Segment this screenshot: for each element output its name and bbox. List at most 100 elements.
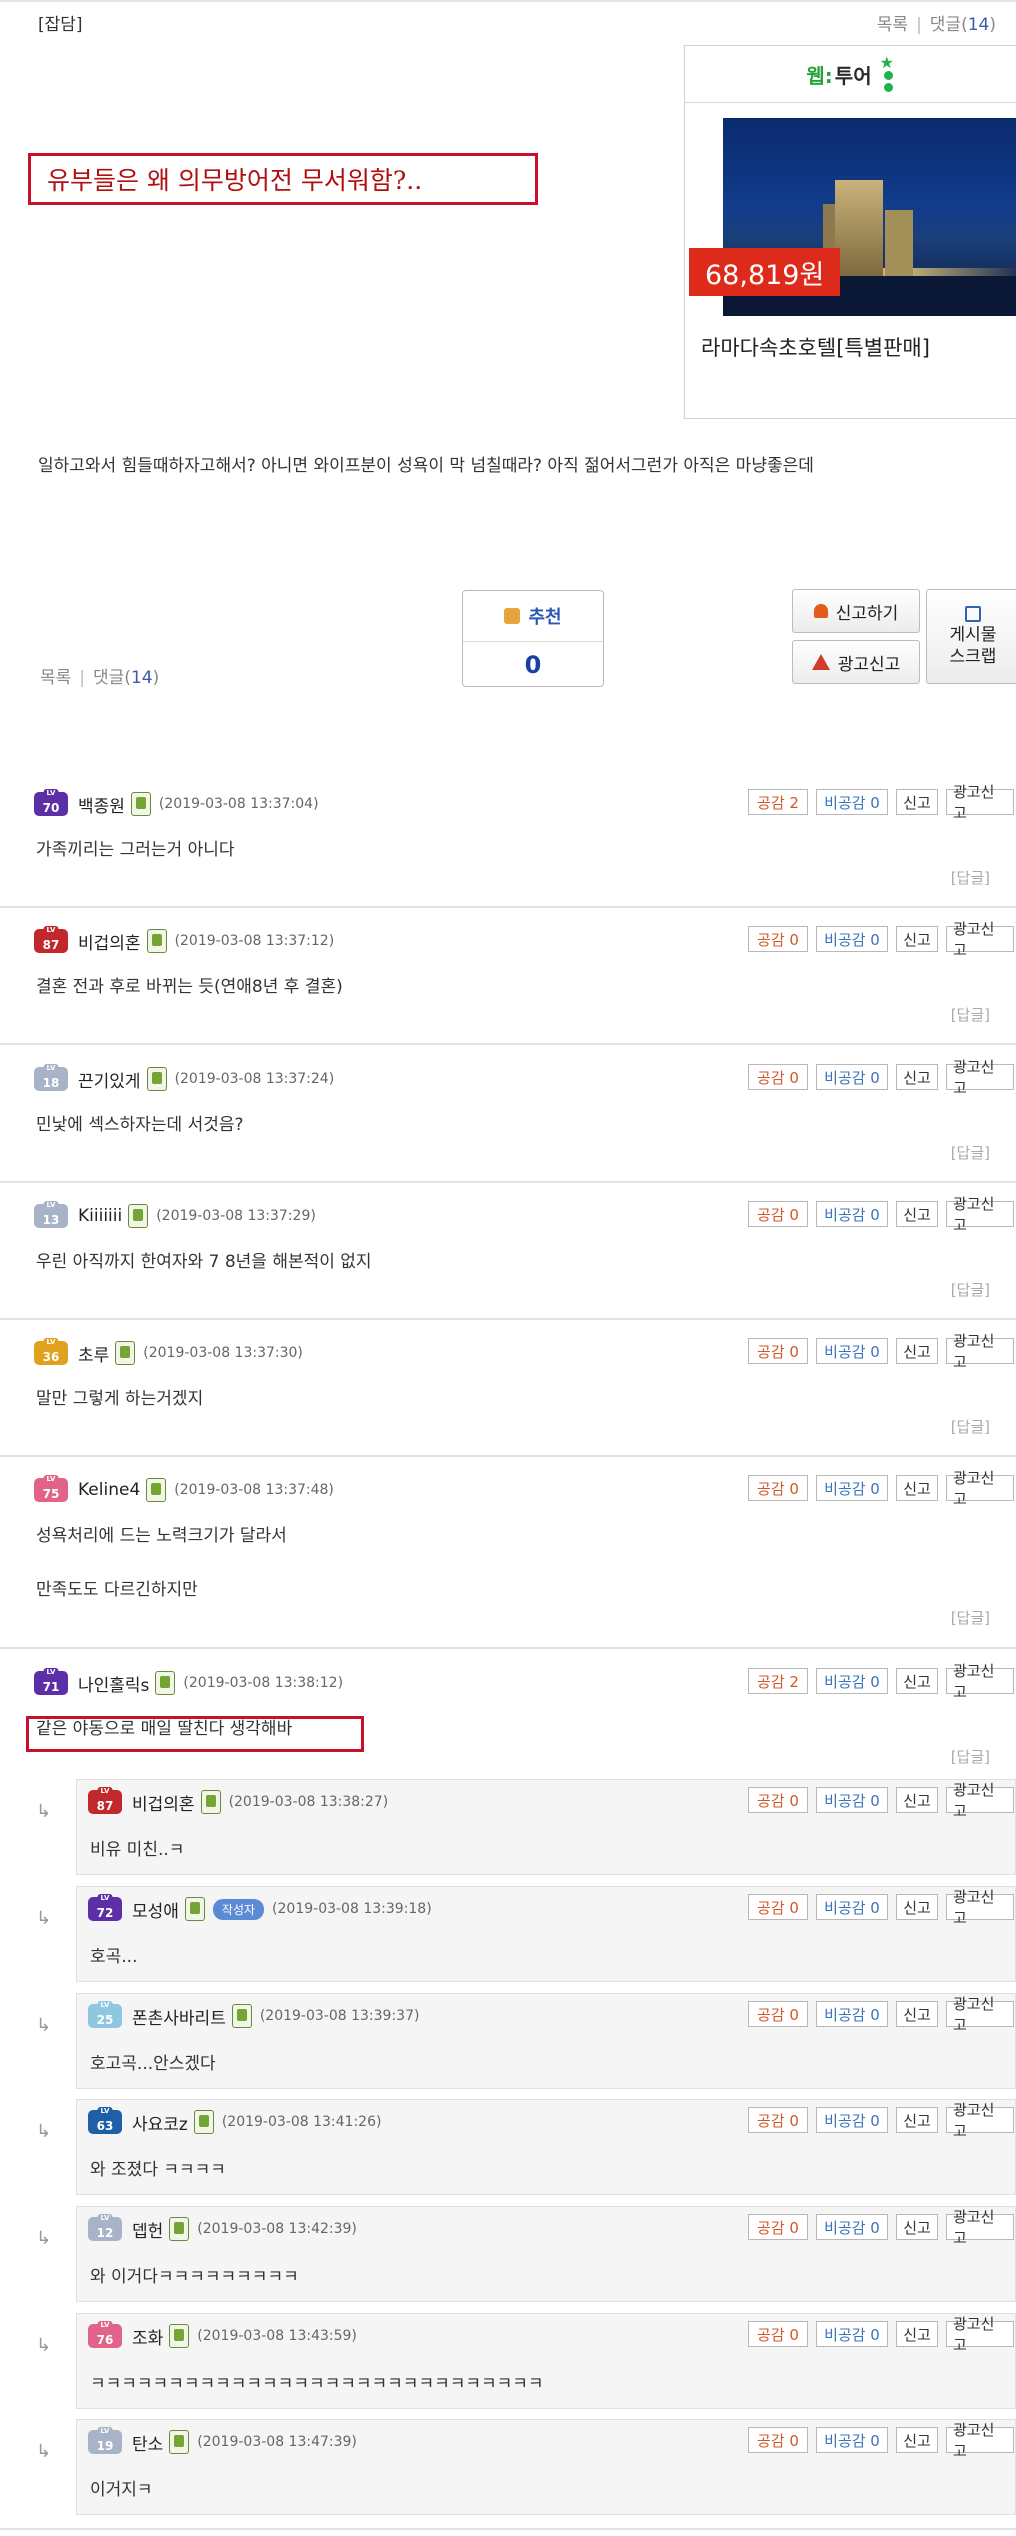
comment-author[interactable]: 초루 [78,1341,109,1366]
non-empathy-button[interactable]: 비공감 0 [816,1201,888,1227]
recommend-button[interactable]: 추천 0 [462,590,604,687]
ad-banner[interactable]: 웹: 투어 ★ 68,819원 라마다속초호텔[특별판매] [684,45,1016,419]
non-empathy-button[interactable]: 비공감 0 [816,926,888,952]
comments-link[interactable]: 댓글(14) [930,15,996,35]
comment-text: 민낯에 섹스하자는데 서것음? [36,1115,244,1135]
comment-ad-report-button[interactable]: 광고신고 [946,920,1014,959]
comment-report-button[interactable]: 신고 [896,1668,938,1694]
reply-text: 호고곡...안스겠다 [90,2054,216,2074]
reply-actions: 공감 0 비공감 0 신고 광고신고 [748,1781,1014,1820]
comment-ad-report-button[interactable]: 광고신고 [946,2101,1014,2140]
non-empathy-button[interactable]: 비공감 0 [816,2214,888,2240]
comment-author[interactable]: 나인홀릭s [78,1671,149,1696]
comment-report-button[interactable]: 신고 [896,1787,938,1813]
comment-ad-report-button[interactable]: 광고신고 [946,1995,1014,2034]
reply-author[interactable]: 폰촌사바리트 [132,2004,226,2029]
reply-arrow-icon: ↳ [36,2015,52,2036]
reply-link[interactable]: [답글] [951,1279,990,1300]
comments-link-bottom[interactable]: 댓글(14) [93,668,159,688]
comment-divider [0,1181,1016,1183]
reply-link[interactable]: [답글] [951,1416,990,1437]
comment-ad-report-button[interactable]: 광고신고 [946,1195,1014,1234]
comment-report-button[interactable]: 신고 [896,2427,938,2453]
comment-report-button[interactable]: 신고 [896,2214,938,2240]
comment-ad-report-button[interactable]: 광고신고 [946,1332,1014,1371]
comment-report-button[interactable]: 신고 [896,2001,938,2027]
non-empathy-button[interactable]: 비공감 0 [816,789,888,815]
empathy-button[interactable]: 공감 2 [748,789,808,815]
reply-link[interactable]: [답글] [951,1004,990,1025]
comment-text: 우린 아직까지 한여자와 7 8년을 해본적이 없지 [36,1252,372,1272]
reply-author[interactable]: 조화 [132,2324,163,2349]
non-empathy-button[interactable]: 비공감 0 [816,1787,888,1813]
reply-author[interactable]: 모성애 [132,1897,179,1922]
report-button[interactable]: 신고하기 [792,589,920,633]
empathy-button[interactable]: 공감 0 [748,1894,808,1920]
comment-report-button[interactable]: 신고 [896,789,938,815]
empathy-button[interactable]: 공감 0 [748,1064,808,1090]
level-badge-icon: 12 [88,2217,122,2241]
non-empathy-button[interactable]: 비공감 0 [816,1338,888,1364]
non-empathy-button[interactable]: 비공감 0 [816,1064,888,1090]
comment-report-button[interactable]: 신고 [896,926,938,952]
reply-link[interactable]: [답글] [951,1142,990,1163]
comment-report-button[interactable]: 신고 [896,2321,938,2347]
list-link-bottom[interactable]: 목록 [40,668,71,688]
comment-author[interactable]: 비겁의혼 [78,929,141,954]
comment-author[interactable]: Keline4 [78,1480,140,1500]
empathy-button[interactable]: 공감 0 [748,1201,808,1227]
comment-ad-report-button[interactable]: 광고신고 [946,783,1014,822]
comment-header: 13 Kiiiiiii (2019-03-08 13:37:29) [34,1201,316,1231]
non-empathy-button[interactable]: 비공감 0 [816,2427,888,2453]
ad-hotel-name[interactable]: 라마다속초호텔[특별판매] [701,332,930,362]
comment-report-button[interactable]: 신고 [896,1338,938,1364]
comment-ad-report-button[interactable]: 광고신고 [946,1888,1014,1927]
empathy-button[interactable]: 공감 0 [748,926,808,952]
comment-report-button[interactable]: 신고 [896,1894,938,1920]
comment-report-button[interactable]: 신고 [896,2107,938,2133]
comment-ad-report-button[interactable]: 광고신고 [946,1781,1014,1820]
empathy-button[interactable]: 공감 0 [748,1787,808,1813]
ad-report-button[interactable]: 광고신고 [792,640,920,684]
reply-link[interactable]: [답글] [951,1746,990,1767]
empathy-button[interactable]: 공감 0 [748,2427,808,2453]
comment-report-button[interactable]: 신고 [896,1064,938,1090]
comment-author[interactable]: 백종원 [78,792,125,817]
comment-ad-report-button[interactable]: 광고신고 [946,2421,1014,2460]
comment-ad-report-button[interactable]: 광고신고 [946,2315,1014,2354]
non-empathy-button[interactable]: 비공감 0 [816,1668,888,1694]
empathy-button[interactable]: 공감 0 [748,2321,808,2347]
empathy-button[interactable]: 공감 0 [748,2214,808,2240]
non-empathy-button[interactable]: 비공감 0 [816,2107,888,2133]
reply-author[interactable]: 탄소 [132,2430,163,2455]
comment-report-button[interactable]: 신고 [896,1475,938,1501]
comment-header: 71 나인홀릭s (2019-03-08 13:38:12) [34,1668,343,1698]
scrap-button[interactable]: 게시물 스크랩 [926,589,1016,684]
mobile-icon [146,1478,167,1502]
comment-author[interactable]: Kiiiiiii [78,1206,122,1226]
comment-ad-report-button[interactable]: 광고신고 [946,1058,1014,1097]
reply-link[interactable]: [답글] [951,867,990,888]
reply-link[interactable]: [답글] [951,1607,990,1628]
reply-author[interactable]: 사요코z [132,2110,188,2135]
empathy-button[interactable]: 공감 0 [748,2107,808,2133]
empathy-button[interactable]: 공감 0 [748,1338,808,1364]
non-empathy-button[interactable]: 비공감 0 [816,1894,888,1920]
comment-ad-report-button[interactable]: 광고신고 [946,2208,1014,2247]
reply-author[interactable]: 뎁헌 [132,2217,163,2242]
comment-ad-report-button[interactable]: 광고신고 [946,1469,1014,1508]
comment-timestamp: (2019-03-08 13:37:04) [158,796,319,812]
non-empathy-button[interactable]: 비공감 0 [816,1475,888,1501]
reply-author[interactable]: 비겁의혼 [132,1790,195,1815]
reply-header: 12 뎁헌 (2019-03-08 13:42:39) [88,2214,357,2244]
empathy-button[interactable]: 공감 0 [748,2001,808,2027]
comment-author[interactable]: 끈기있게 [78,1067,141,1092]
empathy-button[interactable]: 공감 0 [748,1475,808,1501]
post-body: 일하고와서 힘들때하자고해서? 아니면 와이프분이 성욕이 막 넘칠때라? 아직… [38,456,814,476]
non-empathy-button[interactable]: 비공감 0 [816,2321,888,2347]
empathy-button[interactable]: 공감 2 [748,1668,808,1694]
comment-ad-report-button[interactable]: 광고신고 [946,1662,1014,1701]
list-link[interactable]: 목록 [877,15,908,35]
comment-report-button[interactable]: 신고 [896,1201,938,1227]
non-empathy-button[interactable]: 비공감 0 [816,2001,888,2027]
